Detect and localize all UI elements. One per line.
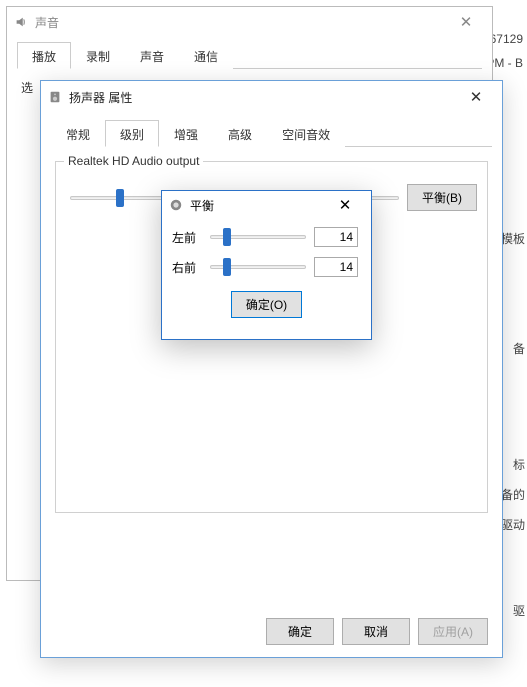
close-icon[interactable]: ✕ [325,193,365,217]
tab-enhance[interactable]: 增强 [159,120,213,147]
window-title: 平衡 [190,197,325,214]
tab-playback[interactable]: 播放 [17,42,71,69]
right-front-value[interactable] [314,257,358,277]
bg-text: 标 [513,456,525,473]
tab-communication[interactable]: 通信 [179,42,233,69]
left-front-value[interactable] [314,227,358,247]
titlebar[interactable]: 平衡 ✕ [162,191,371,219]
tab-advanced[interactable]: 高级 [213,120,267,147]
bg-text: 模板 [501,230,525,247]
right-front-slider[interactable] [210,257,306,277]
close-icon[interactable]: ✕ [446,10,486,34]
close-icon[interactable]: ✕ [456,85,496,109]
balance-icon [168,197,184,213]
select-label: 选 [21,81,33,95]
titlebar[interactable]: 扬声器 属性 ✕ [41,81,502,113]
balance-right-row: 右前 [172,257,361,277]
right-front-label: 右前 [172,259,202,276]
left-front-slider[interactable] [210,227,306,247]
ok-button[interactable]: 确定(O) [231,291,302,318]
ok-button[interactable]: 确定 [266,618,334,645]
bg-text: 备 [513,340,525,357]
tab-general[interactable]: 常规 [51,120,105,147]
bg-text: 驱动 [501,516,525,533]
balance-left-row: 左前 [172,227,361,247]
window-title: 声音 [35,14,446,31]
balance-dialog: 平衡 ✕ 左前 右前 确定(O) [161,190,372,340]
speaker-tabs: 常规 级别 增强 高级 空间音效 [51,119,492,147]
left-front-label: 左前 [172,229,202,246]
speaker-properties-window: 扬声器 属性 ✕ 常规 级别 增强 高级 空间音效 Realtek HD Aud… [40,80,503,658]
bg-text: 备的 [501,486,525,503]
tab-recording[interactable]: 录制 [71,42,125,69]
bg-text: 驱 [513,602,525,619]
speaker-icon [47,89,63,105]
group-label: Realtek HD Audio output [64,154,203,168]
window-title: 扬声器 属性 [69,89,456,106]
apply-button[interactable]: 应用(A) [418,618,488,645]
sound-tabs: 播放 录制 声音 通信 [17,41,482,69]
sound-icon [13,14,29,30]
cancel-button[interactable]: 取消 [342,618,410,645]
tab-spatial[interactable]: 空间音效 [267,120,345,147]
tab-levels[interactable]: 级别 [105,120,159,147]
balance-button[interactable]: 平衡(B) [407,184,477,211]
tab-sounds[interactable]: 声音 [125,42,179,69]
titlebar[interactable]: 声音 ✕ [7,7,492,37]
